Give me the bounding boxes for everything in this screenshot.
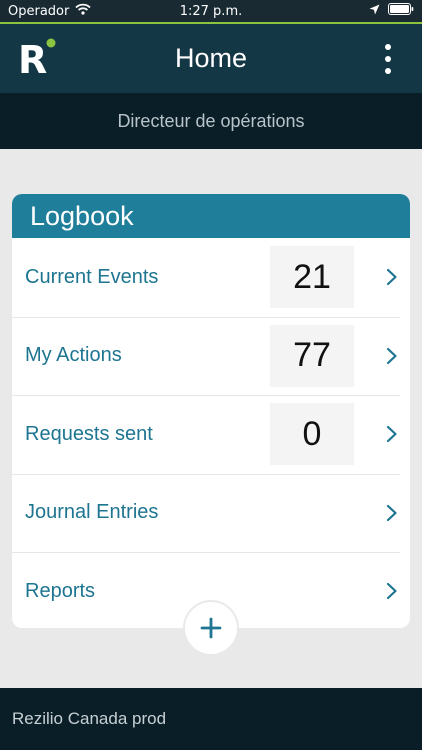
logbook-item-count: 21 bbox=[270, 246, 354, 308]
chevron-right-icon bbox=[386, 582, 397, 600]
chevron-right-icon bbox=[386, 268, 397, 286]
app-header: R Home bbox=[0, 24, 422, 93]
logbook-item-current-events[interactable]: Current Events 21 bbox=[12, 238, 410, 317]
logbook-item-label: Current Events bbox=[25, 265, 159, 288]
status-bar: Operador 1:27 p.m. bbox=[0, 0, 422, 22]
more-vertical-icon[interactable] bbox=[384, 44, 392, 74]
logbook-title: Logbook bbox=[12, 194, 410, 238]
plus-icon bbox=[200, 617, 222, 639]
status-left: Operador bbox=[8, 3, 91, 19]
carrier-name: Operador bbox=[8, 3, 70, 19]
rezilio-logo: R bbox=[16, 38, 58, 82]
chevron-right-icon bbox=[386, 347, 397, 364]
logbook-item-label: Reports bbox=[25, 579, 96, 602]
logo-letter: R bbox=[18, 38, 47, 78]
logbook-item-label: My Actions bbox=[25, 344, 122, 367]
chevron-right-icon bbox=[386, 425, 397, 443]
user-role: Directeur de opérations bbox=[0, 93, 422, 149]
status-right bbox=[369, 3, 414, 19]
page-title: Home bbox=[174, 43, 248, 73]
logbook-item-requests-sent[interactable]: Requests sent 0 bbox=[12, 395, 410, 474]
logbook-card: Logbook Current Events 21 My Actions 77 … bbox=[12, 194, 410, 628]
logbook-item-label: Requests sent bbox=[25, 422, 153, 445]
logbook-item-count: 77 bbox=[270, 324, 354, 387]
add-button[interactable] bbox=[185, 602, 237, 654]
chevron-right-icon bbox=[386, 504, 397, 521]
logbook-item-journal-entries[interactable]: Journal Entries bbox=[12, 473, 410, 553]
wifi-icon bbox=[75, 3, 91, 19]
environment-footer: Rezilio Canada prod bbox=[0, 688, 422, 750]
logbook-item-my-actions[interactable]: My Actions 77 bbox=[12, 316, 410, 396]
location-arrow-icon bbox=[369, 4, 380, 19]
logbook-item-count: 0 bbox=[270, 403, 354, 465]
battery-icon bbox=[388, 3, 414, 19]
logbook-item-label: Journal Entries bbox=[25, 501, 159, 524]
